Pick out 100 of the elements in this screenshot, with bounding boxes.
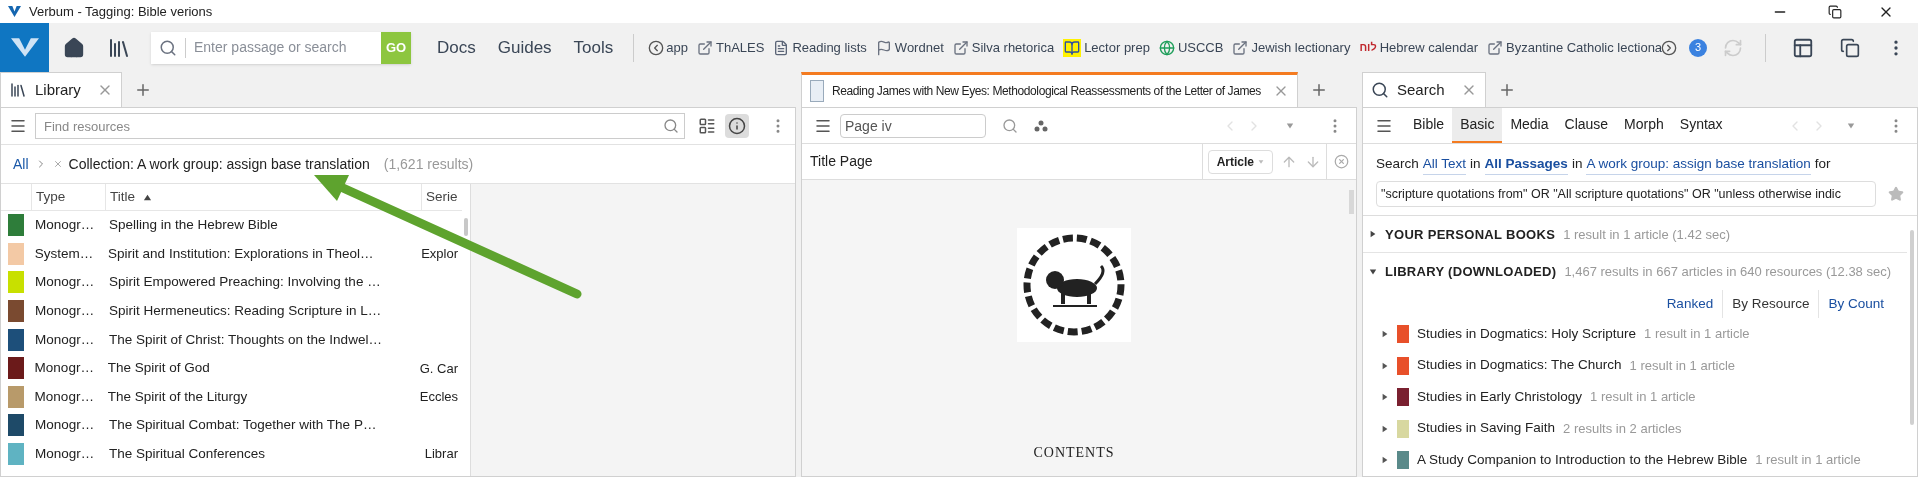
app-logo-icon [8, 6, 21, 17]
app-logo[interactable] [0, 23, 49, 72]
table-cell[interactable]: The Spiritual Conferences [104, 443, 421, 465]
star-icon[interactable] [1888, 186, 1904, 203]
expanded-icon[interactable] [1369, 267, 1377, 276]
scroll-right-icon[interactable] [1661, 39, 1677, 56]
query-field[interactable]: "scripture quotations from" OR "All scripture quotations" OR "unless otherwise indic [1376, 181, 1876, 208]
search-type-tab[interactable]: Basic [1452, 108, 1503, 143]
search-description: Search All Text in All Passages in A work group: assign base translation for [1376, 154, 1904, 176]
shortcut-link[interactable]: Byzantine Catholic lectiona [1506, 37, 1663, 58]
hebrew-calendar-icon: לוח [1359, 42, 1377, 53]
document-tab[interactable]: Reading James with New Eyes: Methodological Reassessments of the Letter of James [801, 72, 1298, 107]
result-title[interactable]: Studies in Saving Faith [1417, 418, 1556, 439]
table-cell-text: Monogr… [34, 273, 96, 292]
shortcut-link[interactable]: Reading lists [792, 37, 867, 58]
sort-option[interactable]: By Resource [1722, 290, 1819, 319]
search-type-tab[interactable]: Bible [1405, 108, 1453, 143]
view-dropdown[interactable]: Article [1207, 149, 1273, 174]
collapsed-icon[interactable] [1381, 361, 1389, 370]
external-link-icon [952, 39, 969, 56]
result-title[interactable]: Studies in Dogmatics: The Church [1417, 355, 1622, 376]
scroll-left-icon[interactable] [648, 39, 665, 56]
table-cell-text: Monogr… [34, 330, 96, 349]
collapsed-icon[interactable] [1369, 230, 1377, 239]
search-icon[interactable] [663, 118, 679, 134]
table-cell[interactable]: Spelling in the Hebrew Bible [105, 215, 421, 236]
window-title: Verbum - Tagging: Bible verions [29, 2, 213, 21]
caret-icon[interactable] [1847, 121, 1855, 130]
view-icon[interactable] [697, 117, 717, 135]
page-field[interactable]: Page iv [840, 113, 986, 138]
search-link[interactable]: A work group: assign base translation [1586, 154, 1811, 176]
section-meta: 1,467 results in 667 articles in 640 resources (12.38 sec) [1564, 263, 1891, 281]
search-type-tab[interactable]: Morph [1616, 108, 1672, 143]
section-meta: 1 result in 1 article (1.42 sec) [1563, 225, 1731, 244]
menu-icon[interactable] [9, 117, 27, 135]
section-header[interactable]: LIBRARY (DOWNLOADED) [1385, 262, 1557, 282]
search-type-tab[interactable]: Clause [1556, 108, 1617, 143]
nav-link[interactable]: Guides [497, 34, 552, 61]
shortcut-link[interactable]: Lector prep [1084, 37, 1150, 58]
restore-icon[interactable] [1828, 4, 1842, 19]
result-title[interactable]: A Study Companion to Introduction to the Hebrew Bible [1417, 449, 1748, 471]
nav-link[interactable]: Docs [437, 34, 476, 61]
sort-option[interactable]: Ranked [1657, 290, 1723, 319]
table-cell[interactable]: The Spiritual Combat: Together with The P… [105, 415, 421, 436]
search-type-tab[interactable]: Media [1502, 108, 1557, 143]
table-cell[interactable]: Spirit Empowered Preaching: Involving the … [105, 272, 421, 293]
table-cell-text: System… [33, 244, 95, 263]
table-cell-text: Monogr… [33, 359, 95, 378]
caret-icon[interactable] [1286, 121, 1294, 130]
result-meta: 1 result in 1 article [1590, 388, 1696, 407]
table-cell-text: Monogr… [34, 301, 96, 320]
collapsed-icon[interactable] [1381, 393, 1389, 401]
shortcut-link[interactable]: USCCB [1177, 37, 1224, 58]
search-type-tab[interactable]: Syntax [1671, 108, 1731, 143]
find-resources-field[interactable]: Find resources [35, 113, 685, 139]
table-cell[interactable]: The Spirit of God [103, 358, 416, 379]
result-meta: 1 result in 1 article [1629, 356, 1736, 375]
table-cell-text: Librar [423, 445, 459, 464]
collapsed-icon[interactable] [1381, 424, 1389, 433]
breadcrumb-filter[interactable]: Collection: A work group: assign base translation [68, 153, 370, 175]
collapsed-icon[interactable] [1381, 456, 1389, 464]
shortcut-link[interactable]: app [666, 37, 688, 58]
remove-filter-icon[interactable] [52, 159, 63, 169]
flag-icon [875, 39, 892, 56]
globe-icon [1158, 39, 1175, 56]
search-tab[interactable]: Search [1362, 72, 1486, 107]
result-title[interactable]: Studies in Early Christology [1417, 386, 1583, 408]
shortcut-link[interactable]: ThALES [716, 37, 765, 58]
result-title[interactable]: Studies in Dogmatics: Holy Scripture [1417, 323, 1637, 345]
search-link[interactable]: All Passages [1484, 154, 1568, 176]
dots-icon[interactable] [1034, 119, 1048, 132]
close-panels-icon[interactable] [1840, 37, 1860, 58]
caret-icon[interactable] [1258, 158, 1264, 165]
shortcut-link[interactable]: Wordnet [894, 37, 944, 58]
column-header[interactable]: Serie [421, 184, 462, 210]
collapsed-icon[interactable] [1381, 330, 1389, 338]
shortcut-link[interactable]: Jewish lectionary [1251, 37, 1351, 58]
sort-icon[interactable] [143, 192, 152, 202]
library-tab[interactable]: Library [0, 72, 122, 107]
notification-badge[interactable]: 3 [1689, 38, 1707, 57]
document-heading: CONTENTS [1033, 444, 1115, 462]
search-icon[interactable] [1002, 117, 1018, 134]
table-cell[interactable]: The Spirit of the Liturgy [103, 386, 416, 407]
shortcut-link[interactable]: Hebrew calendar [1379, 37, 1478, 58]
column-header[interactable]: Type [31, 184, 105, 210]
table-cell-text: Explor [420, 245, 459, 264]
search-link[interactable]: All Text [1422, 154, 1467, 176]
info-toggle[interactable] [725, 114, 749, 138]
home-icon[interactable] [63, 36, 85, 59]
table-cell[interactable]: Spirit Hermeneutics: Reading Scripture in L… [105, 300, 421, 322]
table-cell[interactable]: The Spirit of Christ: Thoughts on the Indwel… [105, 329, 421, 350]
search-icon [1371, 81, 1389, 99]
layout-icon[interactable] [1792, 36, 1814, 59]
breadcrumb-link[interactable]: All [13, 153, 29, 175]
section-header[interactable]: YOUR PERSONAL BOOKS [1385, 224, 1556, 244]
sort-option[interactable]: By Count [1818, 290, 1893, 319]
external-link-icon [1487, 39, 1503, 56]
nav-link[interactable]: Tools [573, 34, 614, 61]
shortcut-link[interactable]: Silva rhetorica [971, 37, 1055, 58]
table-cell[interactable]: Spirit and Institution: Explorations in Theol… [104, 243, 418, 264]
